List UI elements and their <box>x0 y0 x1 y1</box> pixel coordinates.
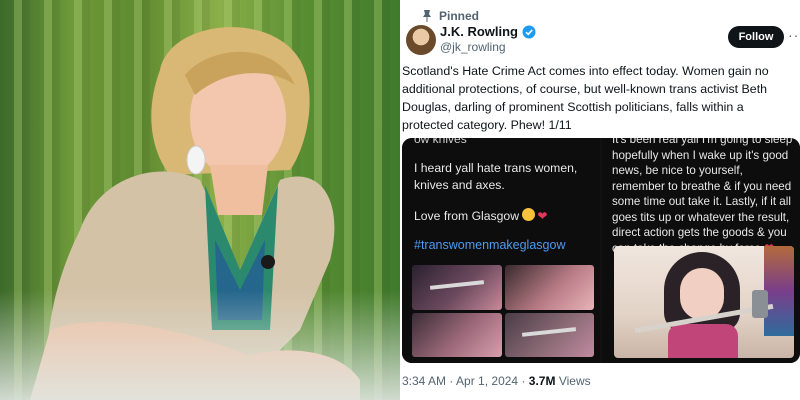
tweet-meta: 3:34 AM · Apr 1, 2024 · 3.7M Views <box>402 374 591 388</box>
author-handle[interactable]: @jk_rowling <box>440 40 506 54</box>
media-right-text-row: It's been real yall I'm going to sleep h… <box>612 138 794 256</box>
emoji-group: ❤ <box>522 208 547 225</box>
media-left-line1: I heard yall hate trans women, knives an… <box>414 161 578 192</box>
media-left-line2-row: Love from Glasgow ❤ <box>414 208 547 225</box>
portrait-photo <box>0 0 400 400</box>
tweet-body: Scotland's Hate Crime Act comes into eff… <box>402 64 769 132</box>
pin-icon <box>423 10 431 22</box>
views-count: 3.7M <box>528 374 556 388</box>
image-grid <box>412 265 594 357</box>
meta-separator: · <box>521 374 526 388</box>
more-options-icon[interactable]: ··· <box>788 28 800 42</box>
pinned-indicator: Pinned <box>421 9 479 23</box>
grid-photo[interactable] <box>504 265 594 310</box>
wall-art <box>764 246 794 336</box>
knife-shape <box>522 327 577 338</box>
media-right-text: It's been real yall I'm going to sleep h… <box>612 138 793 255</box>
media-screenshot-left[interactable]: ow knives I heard yall hate trans women,… <box>402 138 600 363</box>
cut-off-text: ow knives <box>414 138 467 146</box>
knife-shape <box>429 280 484 290</box>
meta-separator: · <box>449 374 454 388</box>
grid-photo[interactable] <box>412 312 502 357</box>
hashtag-link[interactable]: #transwomenmakeglasgow <box>414 238 565 252</box>
axe-photo[interactable] <box>614 246 794 358</box>
tweet-time[interactable]: 3:34 AM <box>402 374 446 388</box>
axe-head <box>752 290 768 318</box>
verified-badge-icon <box>522 25 536 38</box>
kiss-face-emoji-icon <box>522 208 536 222</box>
tweet-date[interactable]: Apr 1, 2024 <box>456 374 518 388</box>
person-top <box>668 324 738 358</box>
media-screenshot-right[interactable]: It's been real yall I'm going to sleep h… <box>602 138 800 363</box>
follow-button[interactable]: Follow <box>728 26 784 48</box>
author-name[interactable]: J.K. Rowling <box>440 24 518 39</box>
tweet-media[interactable]: ow knives I heard yall hate trans women,… <box>402 138 800 363</box>
photo-foreground-blur <box>0 290 400 400</box>
grid-photo[interactable] <box>504 312 594 357</box>
tweet-card: Pinned J.K. Rowling @jk_rowling Follow ·… <box>400 0 800 400</box>
views-label: Views <box>558 374 591 388</box>
person-face <box>680 268 724 320</box>
pinned-label: Pinned <box>439 9 480 23</box>
heart-emoji-icon: ❤ <box>537 209 548 224</box>
avatar[interactable] <box>406 25 436 55</box>
author-name-row: J.K. Rowling <box>440 24 536 39</box>
grid-photo[interactable] <box>412 265 502 310</box>
media-left-line2: Love from Glasgow <box>414 209 519 223</box>
